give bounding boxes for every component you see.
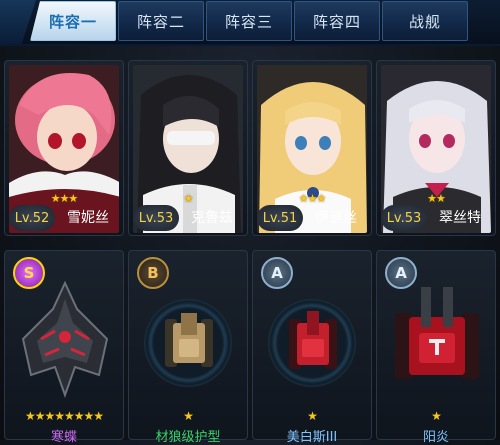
ship-card[interactable]: B ★ 材狼级护型 <box>128 250 248 445</box>
tab-bar: 阵容一 阵容二 阵容三 阵容四 战舰 <box>0 0 500 46</box>
character-card[interactable]: ★★ Lv.53 翠丝特 <box>376 60 496 236</box>
ship-card[interactable]: A ★ 阳炎 <box>376 250 496 445</box>
ship-stars: ★ <box>431 409 442 423</box>
character-stars: ★★ <box>427 192 446 205</box>
character-name: 翠丝特 <box>439 210 481 226</box>
character-level: Lv.52 <box>9 205 55 231</box>
character-name: 克鲁兹 <box>191 210 233 226</box>
character-level: Lv.53 <box>133 205 179 231</box>
tank-icon <box>289 311 337 369</box>
tab-lineup-2[interactable]: 阵容二 <box>118 1 204 41</box>
ship-card[interactable]: A ★ 美白斯III <box>252 250 372 445</box>
character-name: 雪妮丝 <box>67 210 109 226</box>
ship-name: 美白斯III <box>286 430 338 445</box>
character-level: Lv.51 <box>257 205 303 231</box>
character-name: 伊迪丝 <box>315 210 357 226</box>
ship-stars: ★★★★★★★★ <box>24 409 104 423</box>
ship-card[interactable]: S ★★★★★★★★ 寒蝶 <box>4 250 124 445</box>
ship-name: 阳炎 <box>422 430 449 445</box>
warship-icon <box>21 280 109 398</box>
tab-lineup-3[interactable]: 阵容三 <box>206 1 292 41</box>
character-card[interactable]: ★ Lv.53 克鲁兹 <box>128 60 248 236</box>
character-stars: ★ <box>183 192 194 205</box>
rank-badge: A <box>261 257 293 289</box>
ship-stars: ★ <box>307 409 318 423</box>
tab-lineup-1[interactable]: 阵容一 <box>30 1 116 41</box>
character-stars: ★★★ <box>298 192 327 205</box>
character-card[interactable]: ★★★ Lv.52 雪妮丝 <box>4 60 124 236</box>
tank-icon <box>165 313 213 367</box>
character-stars: ★★★ <box>50 192 79 205</box>
rank-badge: B <box>137 257 169 289</box>
tank-icon <box>395 287 479 379</box>
character-card[interactable]: ★★★ Lv.51 伊迪丝 <box>252 60 372 236</box>
tab-lineup-4[interactable]: 阵容四 <box>294 1 380 41</box>
ship-stars: ★ <box>183 409 194 423</box>
tab-warship[interactable]: 战舰 <box>382 1 468 41</box>
character-level: Lv.53 <box>381 205 427 231</box>
ship-name: 材狼级护型 <box>155 430 221 445</box>
ship-name: 寒蝶 <box>50 430 77 445</box>
